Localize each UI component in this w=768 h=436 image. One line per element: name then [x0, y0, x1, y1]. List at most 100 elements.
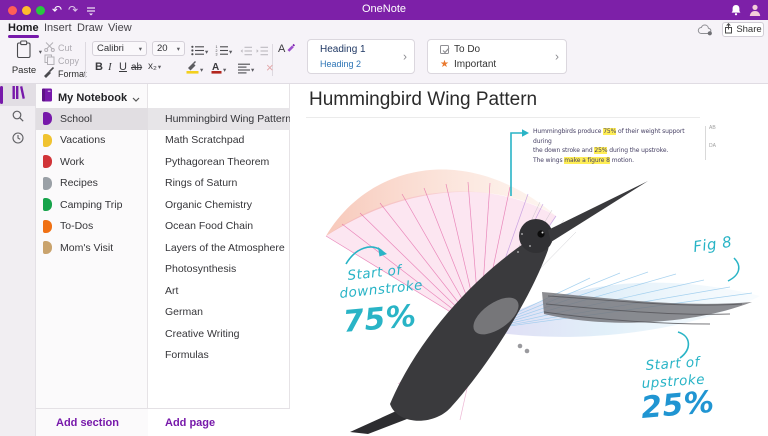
section-label: Work	[60, 155, 85, 168]
section-row-to-dos[interactable]: To-Dos	[36, 216, 148, 238]
page-row[interactable]: Art	[148, 280, 290, 302]
tab-draw[interactable]: Draw	[77, 22, 103, 34]
bullet-list-icon	[191, 43, 204, 61]
page-row[interactable]: Formulas	[148, 345, 290, 367]
page-label: Photosynthesis	[165, 263, 237, 276]
page-label: Hummingbird Wing Pattern	[165, 112, 292, 125]
share-button[interactable]: Share	[722, 22, 764, 37]
tab-view[interactable]: View	[108, 22, 132, 34]
copy-button[interactable]: Copy	[44, 54, 79, 67]
app-title: OneNote	[361, 3, 407, 15]
paste-button[interactable]: ▾ Paste	[8, 40, 42, 80]
scissors-icon	[44, 41, 55, 54]
numbered-list-icon: 123	[215, 43, 228, 61]
section-tab-icon	[43, 176, 52, 190]
notebook-title: My Notebook	[58, 91, 128, 104]
styles-icon: A	[278, 41, 295, 59]
notebook-icon	[41, 88, 53, 107]
page-row[interactable]: Pythagorean Theorem	[148, 151, 290, 173]
section-row-recipes[interactable]: Recipes	[36, 173, 148, 195]
section-row-moms-visit[interactable]: Mom's Visit	[36, 237, 148, 259]
onenote-window: ↶ ↷ OneNote Home Insert Draw View Share	[0, 0, 768, 436]
rail-search-button[interactable]	[0, 107, 36, 129]
chevron-down-icon: ▾	[223, 66, 227, 74]
numbered-list-button[interactable]: 123 ▾	[215, 43, 233, 61]
tag-important[interactable]: ★ Important	[440, 59, 496, 70]
ink-annotation-upstroke: Start of upstroke 25%	[640, 331, 716, 426]
strikethrough-button[interactable]: ab	[131, 62, 142, 73]
format-label: Format	[58, 69, 87, 79]
notebook-switcher[interactable]: My Notebook	[41, 88, 140, 107]
section-tab-icon	[43, 155, 52, 169]
upstroke-value: 25%	[640, 385, 716, 426]
cut-label: Cut	[58, 42, 73, 53]
page-canvas[interactable]: Hummingbird Wing Pattern Hummingbirds pr…	[290, 84, 768, 436]
font-color-button[interactable]: A ▾	[211, 60, 226, 79]
page-row[interactable]: Math Scratchpad	[148, 130, 290, 152]
font-name-dropdown[interactable]: Calibri ▾	[92, 41, 147, 56]
page-label: Ocean Food Chain	[165, 220, 254, 233]
page-row[interactable]: German	[148, 302, 290, 324]
page-row[interactable]: Organic Chemistry	[148, 194, 290, 216]
italic-button[interactable]: I	[108, 61, 112, 73]
styles-gallery[interactable]: Heading 1 Heading 2 ›	[307, 39, 415, 74]
subscript-button[interactable]: x₂ ▾	[148, 61, 161, 72]
page-label: Math Scratchpad	[165, 134, 245, 147]
rail-recent-button[interactable]	[0, 129, 36, 151]
important-star-icon: ★	[440, 58, 449, 70]
section-tab-icon	[43, 198, 52, 212]
paragraph-align-button[interactable]: ▾	[238, 61, 254, 79]
page-row[interactable]: Rings of Saturn	[148, 173, 290, 195]
tab-insert[interactable]: Insert	[44, 22, 72, 34]
format-painter-button[interactable]: Format	[43, 66, 87, 81]
highlighter-button[interactable]: ▾	[186, 60, 203, 79]
underline-button[interactable]: U	[119, 61, 127, 73]
tag-todo[interactable]: To Do	[440, 44, 480, 55]
style-heading2[interactable]: Heading 2	[320, 59, 361, 69]
chevron-right-icon[interactable]: ›	[403, 49, 407, 63]
chevron-right-icon[interactable]: ›	[555, 49, 559, 63]
increase-indent-button[interactable]	[256, 43, 268, 61]
paste-dropdown-chevron[interactable]: ▾	[39, 48, 42, 56]
subscript-glyph: x₂	[148, 61, 157, 72]
section-row-school[interactable]: School	[36, 108, 148, 130]
page-row[interactable]: Layers of the Atmosphere	[148, 237, 290, 259]
page-row[interactable]: Creative Writing	[148, 323, 290, 345]
bold-button[interactable]: B	[95, 61, 103, 73]
styles-button[interactable]: A	[278, 41, 295, 59]
chevron-down-icon: ▾	[138, 45, 142, 53]
downstroke-value: 75%	[342, 299, 418, 340]
svg-text:A: A	[278, 43, 286, 54]
fig8-label: Fig 8	[692, 233, 733, 256]
section-row-vacations[interactable]: Vacations	[36, 130, 148, 152]
page-row[interactable]: Ocean Food Chain	[148, 216, 290, 238]
cut-button[interactable]: Cut	[44, 41, 72, 54]
section-row-camping-trip[interactable]: Camping Trip	[36, 194, 148, 216]
section-row-work[interactable]: Work	[36, 151, 148, 173]
tags-gallery[interactable]: To Do ★ Important ›	[427, 39, 567, 74]
section-tab-icon	[43, 112, 52, 126]
font-size-dropdown[interactable]: 20 ▾	[152, 41, 185, 56]
section-label: School	[60, 112, 93, 125]
page-row[interactable]: Photosynthesis	[148, 259, 290, 281]
tab-home[interactable]: Home	[8, 22, 39, 34]
add-section-button[interactable]: Add section	[36, 408, 148, 436]
rail-notebooks-button[interactable]	[0, 84, 36, 106]
section-label: Recipes	[60, 177, 98, 190]
page-label: Formulas	[165, 349, 209, 362]
section-label: Camping Trip	[60, 198, 123, 211]
decrease-indent-button[interactable]	[240, 43, 252, 61]
page-label: Art	[165, 284, 179, 297]
add-page-button[interactable]: Add page	[148, 408, 290, 436]
page-label: Organic Chemistry	[165, 198, 252, 211]
outdent-icon	[240, 43, 252, 61]
style-heading1[interactable]: Heading 1	[320, 44, 366, 55]
clear-formatting-button[interactable]: ×	[266, 60, 274, 75]
bullet-list-button[interactable]: ▾	[191, 43, 208, 61]
ribbon-tabs-row: Home Insert Draw View Share	[0, 20, 768, 38]
svg-text:3: 3	[216, 53, 218, 56]
page-row[interactable]: Hummingbird Wing Pattern	[148, 108, 292, 130]
highlighter-icon	[186, 60, 199, 79]
todo-checkbox-icon	[440, 45, 449, 54]
tag-important-label: Important	[453, 59, 497, 70]
